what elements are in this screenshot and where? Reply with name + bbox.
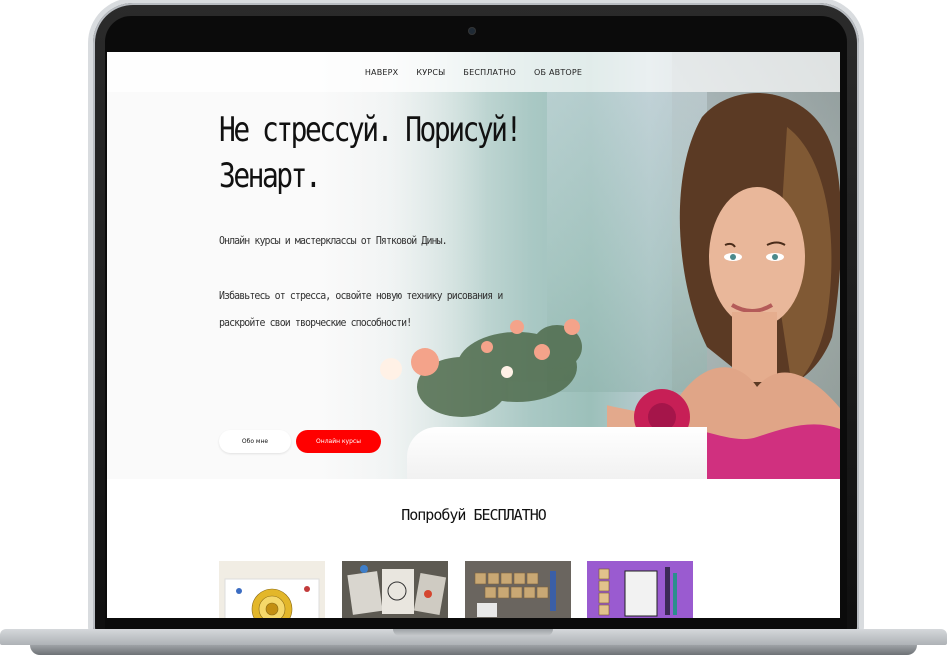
- nav-item-top[interactable]: НАВЕРХ: [365, 68, 399, 77]
- bathtub-edge: [407, 427, 707, 479]
- free-card-zentangle[interactable]: [342, 561, 448, 618]
- books-image: [587, 561, 693, 618]
- laptop-base: [0, 619, 947, 658]
- free-card-mandala[interactable]: [219, 561, 325, 618]
- nav-item-free[interactable]: БЕСПЛАТНО: [463, 68, 516, 77]
- author-photo: [607, 93, 840, 479]
- top-navigation: НАВЕРХ КУРСЫ БЕСПЛАТНО ОБ АВТОРЕ: [107, 52, 840, 92]
- nav-item-about-author[interactable]: ОБ АВТОРЕ: [534, 68, 582, 77]
- free-section-title: Попробуй БЕСПЛАТНО: [401, 506, 547, 524]
- zentangle-image: [342, 561, 448, 618]
- scrabble-tiles-image: [465, 561, 571, 618]
- free-cards-row: [219, 561, 699, 618]
- hero-subtitle: Онлайн курсы и мастерклассы от Пятковой …: [219, 234, 448, 247]
- hero-text-line1: Избавьтесь от стресса, освойте новую тех…: [219, 289, 503, 302]
- website-screen: НАВЕРХ КУРСЫ БЕСПЛАТНО ОБ АВТОРЕ Не стре…: [107, 52, 840, 618]
- free-card-zenart-letters[interactable]: [465, 561, 571, 618]
- hero-title-line2: Зенарт.: [219, 156, 322, 196]
- hero-text-line2: раскройте свои творческие способности!: [219, 316, 412, 329]
- trackpad-notch: [393, 629, 553, 636]
- online-courses-button[interactable]: Онлайн курсы: [296, 430, 381, 453]
- hero-title: Не стрессуй. Порисуй! Зенарт.: [219, 107, 522, 199]
- camera-icon: [468, 27, 476, 35]
- about-me-button[interactable]: Обо мне: [219, 430, 291, 453]
- mandala-image: [224, 578, 320, 618]
- hero-title-line1: Не стрессуй. Порисуй!: [219, 110, 522, 150]
- free-card-books[interactable]: [587, 561, 693, 618]
- hero-section: НАВЕРХ КУРСЫ БЕСПЛАТНО ОБ АВТОРЕ Не стре…: [107, 52, 840, 479]
- nav-item-courses[interactable]: КУРСЫ: [416, 68, 445, 77]
